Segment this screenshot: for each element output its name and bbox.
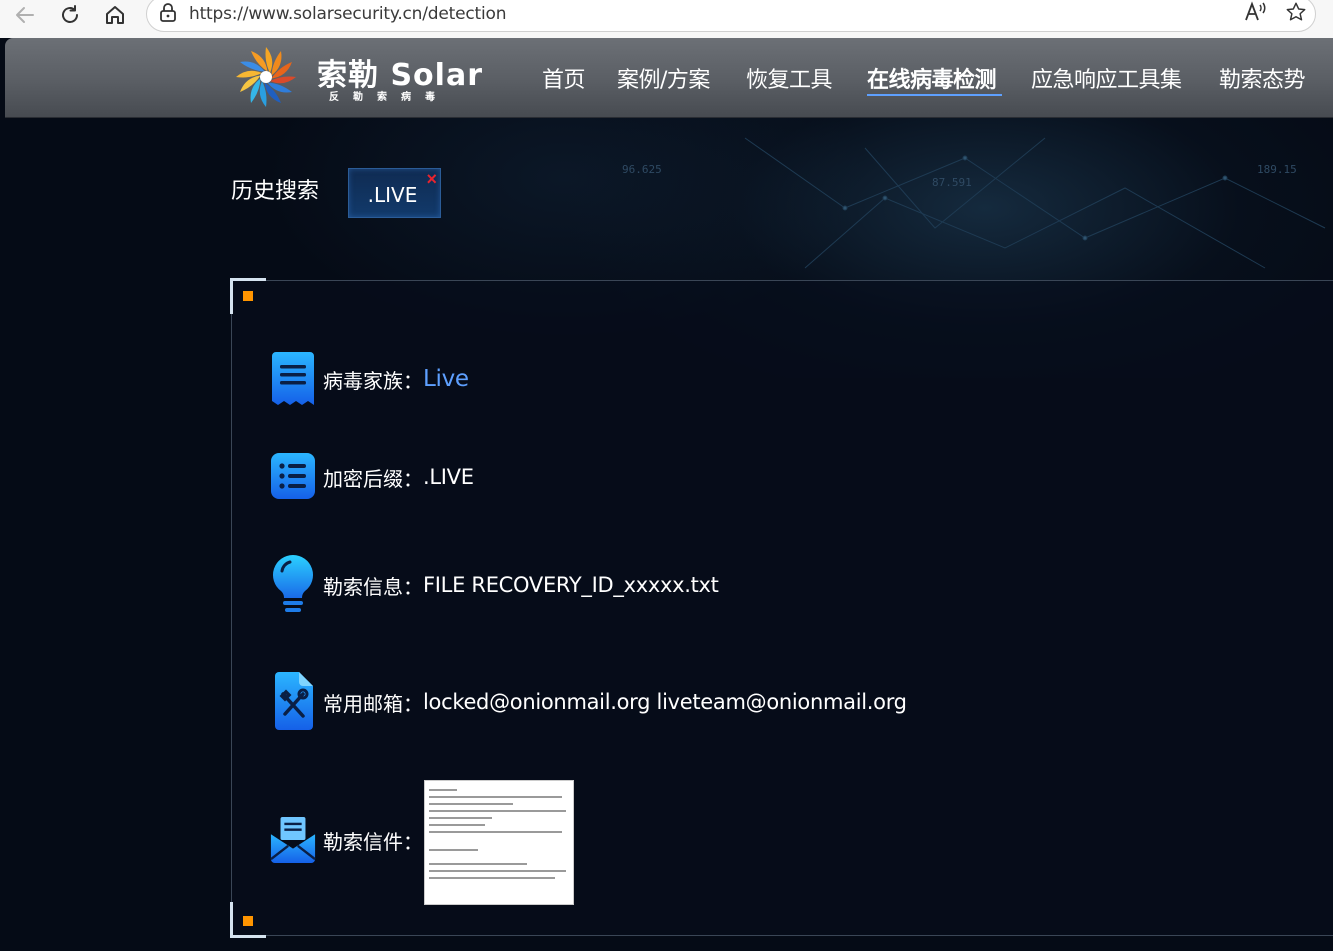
back-icon (16, 7, 34, 23)
nav-item-response-toolkit[interactable]: 应急响应工具集 (1031, 62, 1182, 94)
list-icon (269, 449, 317, 505)
refresh-icon (62, 5, 78, 23)
history-chip-text[interactable]: .LIVE (368, 183, 418, 207)
nav-item-cases[interactable]: 案例/方案 (617, 62, 710, 94)
email-row: 常用邮箱： locked@onionmail.org liveteam@onio… (269, 672, 907, 732)
nav-item-recovery-tools[interactable]: 恢复工具 (746, 62, 833, 94)
address-bar[interactable]: https://www.solarsecurity.cn/detection (146, 0, 1316, 32)
refresh-button[interactable] (55, 0, 85, 30)
nav-item-home[interactable]: 首页 (542, 62, 586, 94)
receipt-icon (269, 351, 317, 407)
history-search-label: 历史搜索 (231, 179, 320, 204)
brand-subtitle: 反勒索病毒 (329, 92, 449, 103)
url-text[interactable]: https://www.solarsecurity.cn/detection (189, 4, 506, 24)
letter-label: 勒索信件： (323, 829, 423, 854)
bg-number: 96.625 (622, 163, 662, 176)
nav-item-ransomware-trend[interactable]: 勒索态势 (1219, 62, 1306, 94)
read-aloud-button[interactable] (1241, 0, 1271, 27)
envelope-icon (269, 814, 317, 866)
lock-icon (160, 3, 176, 22)
family-row: 病毒家族： Live (269, 351, 469, 407)
ransom-letter-thumbnail[interactable] (424, 780, 574, 905)
close-icon[interactable]: × (426, 169, 437, 189)
network-lines-decoration (744, 137, 1326, 269)
back-button[interactable] (10, 0, 40, 30)
note-row: 勒索信息： FILE RECOVERY_ID_xxxxx.txt (269, 553, 719, 617)
family-value-link[interactable]: Live (423, 366, 469, 392)
suffix-value: .LIVE (423, 465, 474, 489)
browser-toolbar: https://www.solarsecurity.cn/detection (0, 0, 1333, 38)
read-aloud-icon (1245, 1, 1266, 21)
note-label: 勒索信息： (323, 574, 423, 599)
suffix-row: 加密后缀： .LIVE (269, 449, 474, 505)
suffix-label: 加密后缀： (323, 466, 423, 491)
tools-icon (269, 672, 317, 732)
lightbulb-icon (269, 553, 317, 617)
corner-dot-top (243, 291, 253, 301)
email-value: locked@onionmail.org liveteam@onionmail.… (423, 690, 907, 714)
solar-logo[interactable] (231, 42, 301, 112)
nav-item-online-detection[interactable]: 在线病毒检测 (867, 62, 997, 94)
site-window: 96.625 87.591 189.15 索勒 Solar 反勒索病毒 首页 案… (5, 38, 1333, 951)
site-header: 索勒 Solar 反勒索病毒 首页 案例/方案 恢复工具 在线病毒检测 应急响应… (5, 38, 1333, 118)
note-value: FILE RECOVERY_ID_xxxxx.txt (423, 573, 719, 597)
active-nav-underline (867, 94, 1002, 96)
corner-dot-bottom (243, 916, 253, 926)
email-label: 常用邮箱： (323, 691, 423, 716)
star-icon (1286, 2, 1306, 21)
letter-row: 勒索信件： (269, 814, 423, 866)
favorite-button[interactable] (1281, 0, 1311, 27)
home-button[interactable] (100, 0, 130, 30)
home-icon (106, 6, 124, 24)
family-label: 病毒家族： (323, 368, 423, 393)
history-chip[interactable]: .LIVE × (348, 168, 441, 218)
